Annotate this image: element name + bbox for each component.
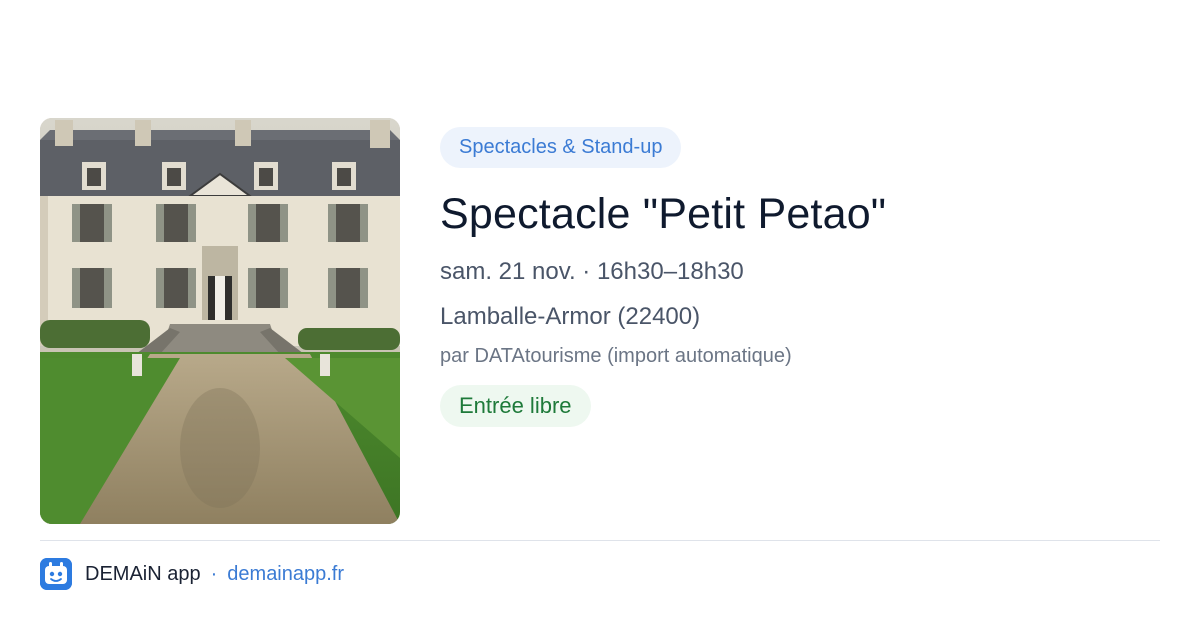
price-badge: Entrée libre: [440, 385, 591, 427]
event-info: Spectacles & Stand-up Spectacle "Petit P…: [440, 127, 1160, 427]
app-name: DEMAiN app: [85, 562, 201, 585]
footer: DEMAiN app · demainapp.fr: [40, 558, 344, 590]
category-badge[interactable]: Spectacles & Stand-up: [440, 127, 682, 168]
event-share-card: Spectacles & Stand-up Spectacle "Petit P…: [0, 0, 1200, 630]
event-organizer: par DATAtourisme (import automatique): [440, 345, 792, 367]
event-datetime: sam. 21 nov. · 16h30–18h30: [440, 258, 744, 285]
event-location: Lamballe-Armor (22400): [440, 303, 701, 330]
demain-app-logo-icon: [40, 558, 72, 590]
footer-divider: [40, 540, 1160, 541]
event-title: Spectacle "Petit Petao": [440, 190, 887, 238]
footer-separator: ·: [210, 562, 218, 585]
event-image: [40, 118, 400, 524]
app-url-link[interactable]: demainapp.fr: [227, 563, 344, 586]
